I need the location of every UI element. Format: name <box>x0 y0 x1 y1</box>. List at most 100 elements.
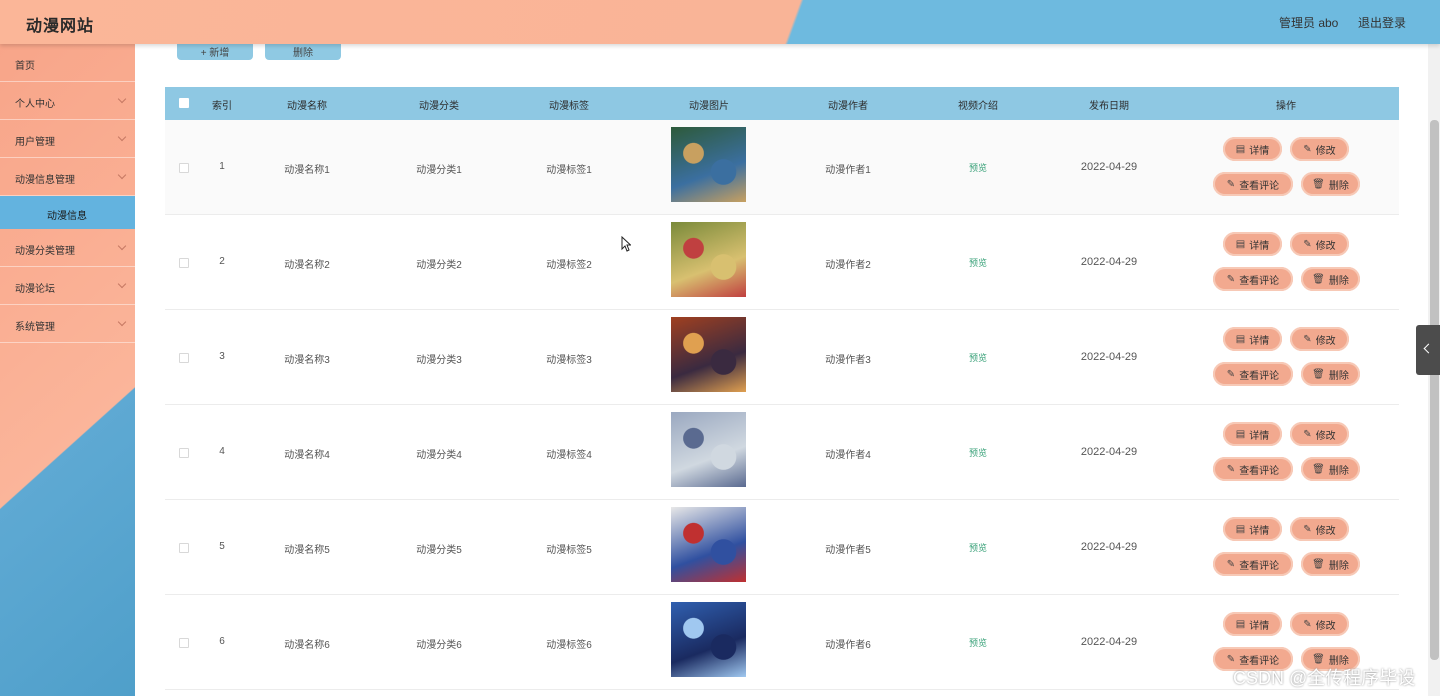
row-checkbox[interactable] <box>179 163 189 173</box>
header-date: 发布日期 <box>1089 101 1129 112</box>
video-preview-link[interactable]: 预览 <box>969 161 987 174</box>
select-all-checkbox[interactable] <box>179 98 189 108</box>
header-author: 动漫作者 <box>828 101 868 112</box>
sidebar-item-label: 用户管理 <box>15 137 55 148</box>
chevron-down-icon <box>117 279 127 289</box>
sidebar-item-label: 动漫信息管理 <box>15 175 75 186</box>
edit-button[interactable]: ✎ 修改 <box>1290 517 1349 541</box>
cell-name: 动漫名称3 <box>284 355 330 366</box>
edit-button[interactable]: ✎ 修改 <box>1290 327 1349 351</box>
anime-thumbnail-image[interactable] <box>671 507 746 582</box>
button-label: 修改 <box>1315 240 1336 252</box>
cell-author: 动漫作者6 <box>825 640 871 651</box>
video-preview-link[interactable]: 预览 <box>969 256 987 269</box>
cell-index: 5 <box>219 541 225 552</box>
anime-table: 索引 动漫名称 动漫分类 动漫标签 动漫图片 动漫作者 视频介绍 发布日期 操作… <box>165 87 1399 690</box>
anime-thumbnail-image[interactable] <box>671 127 746 202</box>
sidebar-item-label: 动漫论坛 <box>15 284 55 295</box>
cell-author: 动漫作者2 <box>825 260 871 271</box>
button-label: 详情 <box>1249 430 1270 442</box>
delete-button[interactable]: 🗑 删除 <box>1301 172 1360 196</box>
cell-name: 动漫名称2 <box>284 260 330 271</box>
cell-tag: 动漫标签4 <box>546 450 592 461</box>
pencil-icon: ✎ <box>1303 618 1312 630</box>
cell-index: 6 <box>219 636 225 647</box>
cell-category: 动漫分类2 <box>416 260 462 271</box>
cell-tag: 动漫标签3 <box>546 355 592 366</box>
pencil-icon: ✎ <box>1226 653 1236 665</box>
view-comments-button[interactable]: ✎ 查看评论 <box>1213 362 1293 386</box>
video-preview-link[interactable]: 预览 <box>969 636 987 649</box>
cell-name: 动漫名称4 <box>284 450 330 461</box>
delete-button[interactable]: 🗑 删除 <box>1301 552 1360 576</box>
button-label: 删除 <box>1328 370 1349 382</box>
cell-date: 2022-04-29 <box>1080 351 1138 363</box>
video-preview-link[interactable]: 预览 <box>969 541 987 554</box>
sidebar-item-personal[interactable]: 个人中心 <box>0 82 135 120</box>
vertical-scrollbar-thumb[interactable] <box>1430 120 1439 660</box>
cell-index: 2 <box>219 256 225 267</box>
pencil-icon: ✎ <box>1226 178 1236 190</box>
detail-button[interactable]: ▤ 详情 <box>1223 517 1282 541</box>
anime-thumbnail-image[interactable] <box>671 222 746 297</box>
sidebar-item-system[interactable]: 系统管理 <box>0 305 135 343</box>
document-icon: ▤ <box>1235 143 1246 155</box>
row-checkbox[interactable] <box>179 638 189 648</box>
video-preview-link[interactable]: 预览 <box>969 446 987 459</box>
cell-name: 动漫名称1 <box>284 165 330 176</box>
table-row: 6 动漫名称6 动漫分类6 动漫标签6 动漫作者6 预览 2022-04-29 ▤ 详情 ✎ 修改 ✎… <box>165 595 1399 690</box>
collapse-panel-button[interactable] <box>1416 325 1440 375</box>
site-brand: 动漫网站 <box>26 18 95 35</box>
row-checkbox[interactable] <box>179 543 189 553</box>
edit-button[interactable]: ✎ 修改 <box>1290 422 1349 446</box>
sidebar-subitem-anime-info[interactable]: 动漫信息 <box>0 196 135 229</box>
sidebar-item-category[interactable]: 动漫分类管理 <box>0 229 135 267</box>
delete-button[interactable]: 🗑 删除 <box>1301 362 1360 386</box>
document-icon: ▤ <box>1235 238 1246 250</box>
delete-button[interactable]: 🗑 删除 <box>1301 457 1360 481</box>
sidebar-item-label: 动漫分类管理 <box>15 246 75 257</box>
view-comments-button[interactable]: ✎ 查看评论 <box>1213 457 1293 481</box>
edit-button[interactable]: ✎ 修改 <box>1290 612 1349 636</box>
cell-category: 动漫分类5 <box>416 545 462 556</box>
document-icon: ▤ <box>1235 428 1246 440</box>
cell-tag: 动漫标签2 <box>546 260 592 271</box>
sidebar-item-anime-info[interactable]: 动漫信息管理 <box>0 158 135 196</box>
sidebar-item-users[interactable]: 用户管理 <box>0 120 135 158</box>
video-preview-link[interactable]: 预览 <box>969 351 987 364</box>
cell-index: 1 <box>219 161 225 172</box>
anime-thumbnail-image[interactable] <box>671 602 746 677</box>
anime-thumbnail-image[interactable] <box>671 317 746 392</box>
detail-button[interactable]: ▤ 详情 <box>1223 422 1282 446</box>
sidebar-item-forum[interactable]: 动漫论坛 <box>0 267 135 305</box>
sidebar-item-label: 系统管理 <box>15 322 55 333</box>
view-comments-button[interactable]: ✎ 查看评论 <box>1213 552 1293 576</box>
button-label: 修改 <box>1315 430 1336 442</box>
edit-button[interactable]: ✎ 修改 <box>1290 232 1349 256</box>
view-comments-button[interactable]: ✎ 查看评论 <box>1213 172 1293 196</box>
cell-tag: 动漫标签1 <box>546 165 592 176</box>
cell-author: 动漫作者3 <box>825 355 871 366</box>
anime-thumbnail-image[interactable] <box>671 412 746 487</box>
admin-username: 管理员 abo <box>1279 16 1339 30</box>
cell-name: 动漫名称5 <box>284 545 330 556</box>
delete-button[interactable]: 🗑 删除 <box>1301 267 1360 291</box>
detail-button[interactable]: ▤ 详情 <box>1223 137 1282 161</box>
edit-button[interactable]: ✎ 修改 <box>1290 137 1349 161</box>
row-checkbox[interactable] <box>179 448 189 458</box>
sidebar-item-label: 首页 <box>15 61 35 72</box>
row-checkbox[interactable] <box>179 258 189 268</box>
row-checkbox[interactable] <box>179 353 189 363</box>
detail-button[interactable]: ▤ 详情 <box>1223 612 1282 636</box>
trash-icon: 🗑 <box>1312 558 1325 570</box>
sidebar-item-home[interactable]: 首页 <box>0 44 135 82</box>
main-content: + 新增 删除 索引 动漫名称 动漫分类 动漫标签 动漫图片 动漫作者 视频介绍… <box>135 40 1425 696</box>
sidebar-menu: 首页 个人中心 用户管理 动漫信息管理 动漫信息 动漫分类管理 动漫论坛 系统管… <box>0 44 135 696</box>
detail-button[interactable]: ▤ 详情 <box>1223 327 1282 351</box>
button-label: 详情 <box>1249 620 1270 632</box>
cell-date: 2022-04-29 <box>1080 541 1138 553</box>
detail-button[interactable]: ▤ 详情 <box>1223 232 1282 256</box>
chevron-left-icon <box>1423 343 1434 354</box>
logout-link[interactable]: 退出登录 <box>1358 14 1406 31</box>
view-comments-button[interactable]: ✎ 查看评论 <box>1213 267 1293 291</box>
